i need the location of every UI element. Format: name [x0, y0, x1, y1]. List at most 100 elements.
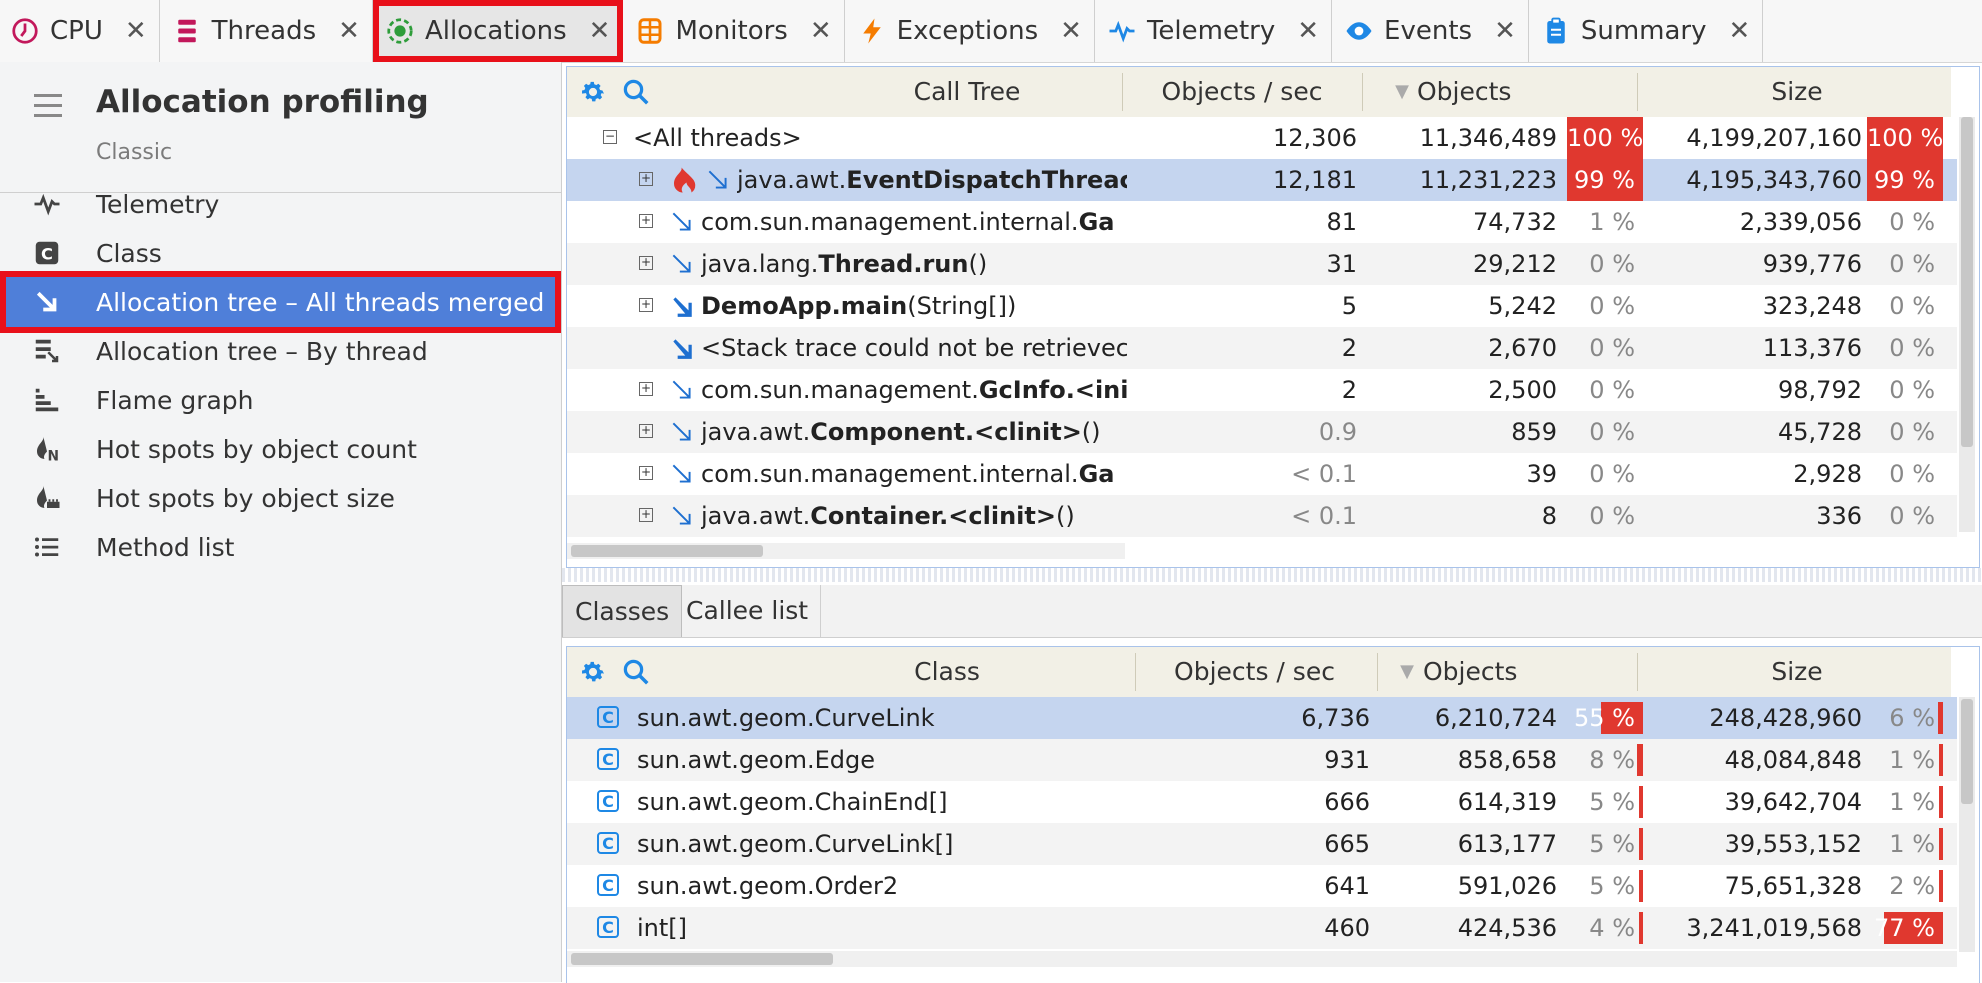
class-row[interactable]: Csun.awt.geom.ChainEnd[] 666 614,319 5 % 1 %…	[567, 781, 1957, 823]
expand-icon[interactable]: +	[639, 466, 653, 480]
call-tree-row[interactable]: + com.sun.management.internal.Ga 81 74,732 1…	[567, 201, 1957, 243]
search-icon[interactable]	[621, 657, 651, 691]
call-tree-row[interactable]: + DemoApp.main(String[]) 5 5,242 0 % 323,248 0…	[567, 285, 1957, 327]
call-tree-row[interactable]: <Stack trace could not be retrievec 2 2,67…	[567, 327, 1957, 369]
objects-per-sec-cell: 31	[1326, 250, 1357, 278]
classes-vertical-scrollbar[interactable]	[1959, 697, 1975, 952]
allocation-arrow-icon	[669, 209, 695, 241]
close-icon[interactable]: ✕	[125, 16, 147, 46]
objects-cell: 2,500	[1488, 376, 1557, 404]
split-pane-divider[interactable]	[562, 568, 1982, 582]
tab-classes[interactable]: Classes	[562, 585, 683, 637]
percent-bar-fill	[1637, 744, 1643, 776]
column-objects-per-sec[interactable]: Objects / sec	[1127, 67, 1357, 117]
call-tree-row[interactable]: + com.sun.management.internal.Ga < 0.1 39 0 …	[567, 453, 1957, 495]
node-signature: ()	[968, 250, 988, 278]
allocation-arrow-icon	[669, 377, 695, 409]
call-tree-row[interactable]: + java.awt.Container.<clinit>() < 0.1 8 0 % 3…	[567, 495, 1957, 537]
collapse-icon[interactable]: −	[603, 130, 617, 144]
close-icon[interactable]: ✕	[338, 16, 360, 46]
settings-gear-icon[interactable]	[579, 658, 607, 690]
column-objects-per-sec[interactable]: Objects / sec	[1137, 647, 1372, 697]
allocation-arrow-icon	[669, 251, 695, 283]
column-objects[interactable]: Objects	[1423, 647, 1603, 697]
list-icon	[30, 530, 64, 564]
allocation-arrow-icon	[669, 461, 695, 493]
size-percent-badge: 0 %	[1889, 208, 1935, 236]
objects-cell: 29,212	[1473, 250, 1557, 278]
tab-label: Telemetry	[1146, 16, 1276, 46]
call-tree-vertical-scrollbar[interactable]	[1959, 117, 1975, 532]
expand-icon[interactable]: +	[639, 214, 653, 228]
call-tree-node-label: java.awt.Component.<clinit>()	[701, 411, 1127, 453]
close-icon[interactable]: ✕	[1297, 16, 1319, 46]
objects-percent-bar: 5 %	[1567, 786, 1643, 818]
call-tree-row[interactable]: + com.sun.management.GcInfo.<ini 2 2,500 0 %…	[567, 369, 1957, 411]
column-call-tree[interactable]: Call Tree	[807, 67, 1127, 117]
expand-icon[interactable]: +	[639, 256, 653, 270]
column-size[interactable]: Size	[1642, 647, 1952, 697]
hotspot-count-icon: N	[30, 432, 64, 466]
hamburger-menu-icon[interactable]	[34, 94, 62, 124]
expand-icon[interactable]: +	[639, 424, 653, 438]
class-row[interactable]: Csun.awt.geom.Order2 641 591,026 5 % 2 % 75,6…	[567, 865, 1957, 907]
settings-gear-icon[interactable]	[579, 78, 607, 110]
search-icon[interactable]	[621, 77, 651, 111]
class-icon: C	[597, 706, 619, 728]
call-tree-row[interactable]: + java.awt.Component.<clinit>() 0.9 859 0 % 4…	[567, 411, 1957, 453]
tab-telemetry[interactable]: Telemetry ✕	[1095, 0, 1333, 62]
class-name: sun.awt.geom.CurveLink	[637, 704, 935, 732]
allocation-arrow-icon	[705, 167, 731, 199]
close-icon[interactable]: ✕	[1729, 16, 1751, 46]
class-row[interactable]: Cint[] 460 424,536 4 % 77 % 3,241,019,568	[567, 907, 1957, 949]
close-icon[interactable]: ✕	[1060, 16, 1082, 46]
column-class[interactable]: Class	[747, 647, 1147, 697]
size-percent-badge: 99 %	[1867, 159, 1943, 201]
objects-per-sec-cell: 5	[1341, 292, 1357, 320]
call-tree-horizontal-scrollbar[interactable]	[567, 543, 1125, 559]
objects-percent-badge: 100 %	[1567, 117, 1643, 159]
sidebar-item-method-list[interactable]: Method list	[0, 516, 561, 578]
tab-callee-list[interactable]: Callee list	[674, 585, 822, 637]
size-percent-badge: 0 %	[1889, 418, 1935, 446]
tab-monitors[interactable]: Monitors ✕	[623, 0, 845, 62]
class-row[interactable]: Csun.awt.geom.CurveLink[] 665 613,177 5 % 1 …	[567, 823, 1957, 865]
tab-events[interactable]: Events ✕	[1332, 0, 1529, 62]
expand-icon[interactable]: +	[639, 172, 653, 186]
hotspot-flame-icon	[669, 165, 699, 201]
expand-icon[interactable]: +	[639, 298, 653, 312]
objects-per-sec-cell: 81	[1326, 208, 1357, 236]
close-icon[interactable]: ✕	[1494, 16, 1516, 46]
objects-cell: 424,536	[1457, 914, 1557, 942]
call-tree-row[interactable]: + java.lang.Thread.run() 31 29,212 0 % 939,77…	[567, 243, 1957, 285]
tab-threads[interactable]: Threads ✕	[160, 0, 373, 62]
node-signature: (String[])	[907, 292, 1017, 320]
call-tree-row[interactable]: + java.awt.EventDispatchThreac 12,181 11,23…	[567, 159, 1957, 201]
class-name: sun.awt.geom.CurveLink[]	[637, 830, 954, 858]
tab-allocations[interactable]: Allocations ✕	[372, 0, 624, 62]
pulse-icon	[30, 187, 64, 221]
tab-exceptions[interactable]: Exceptions ✕	[845, 0, 1095, 62]
percent-label: 77 %	[1874, 914, 1935, 942]
tab-summary[interactable]: Summary ✕	[1529, 0, 1764, 62]
hotspot-size-icon	[30, 481, 64, 515]
node-signature: ()	[1081, 418, 1101, 446]
size-percent-badge: 100 %	[1867, 117, 1943, 159]
class-row[interactable]: Csun.awt.geom.Edge 931 858,658 8 % 1 % 48,084…	[567, 739, 1957, 781]
class-icon: C	[597, 874, 619, 896]
classes-horizontal-scrollbar[interactable]	[567, 951, 1957, 967]
call-tree-row[interactable]: − <All threads> 12,306 11,346,489 100 % 4,199…	[567, 117, 1957, 159]
sidebar-title: Allocation profiling	[96, 84, 429, 120]
column-size[interactable]: Size	[1642, 67, 1952, 117]
sort-descending-icon: ▼	[1400, 661, 1414, 682]
tab-cpu[interactable]: CPU ✕	[0, 0, 160, 62]
objects-percent-badge: 0 %	[1589, 460, 1635, 488]
close-icon[interactable]: ✕	[589, 16, 611, 46]
expand-icon[interactable]: +	[639, 508, 653, 522]
column-objects[interactable]: Objects	[1417, 67, 1597, 117]
close-icon[interactable]: ✕	[810, 16, 832, 46]
objects-per-sec-cell: 931	[1324, 746, 1370, 774]
class-row[interactable]: Csun.awt.geom.CurveLink 6,736 6,210,724 55 …	[567, 697, 1957, 739]
call-tree-node-label: DemoApp.main(String[])	[701, 285, 1127, 327]
expand-icon[interactable]: +	[639, 382, 653, 396]
